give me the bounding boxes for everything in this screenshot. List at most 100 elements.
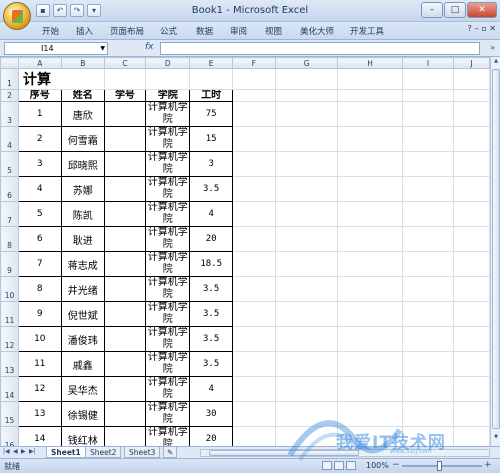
cell-id[interactable]: [103, 176, 146, 202]
column-header[interactable]: C: [103, 57, 146, 69]
cell-college[interactable]: 计算机学院: [144, 376, 191, 402]
scroll-down-icon[interactable]: ▼: [492, 434, 500, 444]
cell[interactable]: [274, 326, 339, 352]
chevron-down-icon[interactable]: ▼: [100, 43, 105, 54]
column-header[interactable]: H: [337, 57, 403, 69]
sheet-tab-2[interactable]: Sheet2: [85, 447, 122, 458]
cell-id[interactable]: [103, 101, 146, 127]
cell-name[interactable]: 邱晓熙: [60, 151, 105, 177]
cell[interactable]: [231, 126, 276, 152]
cell-no[interactable]: 4: [18, 176, 62, 202]
workbook-window-controls[interactable]: – ▫ ✕: [475, 24, 496, 33]
cell-id[interactable]: [103, 201, 146, 227]
cell-hours[interactable]: 20: [189, 226, 233, 252]
cell[interactable]: [231, 201, 276, 227]
cell[interactable]: [453, 201, 490, 227]
header-cell-college[interactable]: 学院: [144, 89, 191, 102]
cell-hours[interactable]: 15: [189, 126, 233, 152]
column-header[interactable]: G: [274, 57, 339, 69]
cell[interactable]: [401, 226, 455, 252]
cell[interactable]: [453, 301, 490, 327]
cell-name[interactable]: 井光绪: [60, 276, 105, 302]
first-sheet-icon[interactable]: |◀: [3, 448, 10, 455]
cell-id[interactable]: [103, 351, 146, 377]
row-header[interactable]: 6: [0, 176, 19, 202]
cell[interactable]: [453, 401, 490, 427]
cell[interactable]: [453, 101, 490, 127]
cell[interactable]: [231, 251, 276, 277]
tab-data[interactable]: 数据: [196, 25, 213, 37]
cell[interactable]: [401, 176, 455, 202]
cell[interactable]: [401, 89, 455, 102]
column-header[interactable]: B: [60, 57, 105, 69]
cell-hours[interactable]: 3.5: [189, 301, 233, 327]
cell[interactable]: [337, 68, 403, 90]
office-button[interactable]: [3, 2, 31, 30]
cell-no[interactable]: 13: [18, 401, 62, 427]
row-header[interactable]: 13: [0, 351, 19, 377]
row-header[interactable]: 9: [0, 251, 19, 277]
cell[interactable]: [453, 151, 490, 177]
header-cell-hours[interactable]: 工时: [189, 89, 233, 102]
column-header[interactable]: D: [144, 57, 191, 69]
cell-name[interactable]: 唐欣: [60, 101, 105, 127]
zoom-in-icon[interactable]: +: [484, 460, 492, 470]
cell[interactable]: [401, 401, 455, 427]
cell[interactable]: [231, 226, 276, 252]
cell-hours[interactable]: 18.5: [189, 251, 233, 277]
cell[interactable]: [337, 251, 403, 277]
cell[interactable]: [453, 351, 490, 377]
row-header[interactable]: 4: [0, 126, 19, 152]
cell-college[interactable]: 计算机学院: [144, 151, 191, 177]
cell-name[interactable]: 戚鑫: [60, 351, 105, 377]
cell-name[interactable]: 苏娜: [60, 176, 105, 202]
cell[interactable]: [231, 301, 276, 327]
cell[interactable]: [274, 276, 339, 302]
cell[interactable]: [401, 326, 455, 352]
cell-hours[interactable]: 3.5: [189, 276, 233, 302]
cell[interactable]: [103, 68, 146, 90]
cell-hours[interactable]: 3.5: [189, 351, 233, 377]
zoom-slider[interactable]: [402, 465, 482, 467]
row-header[interactable]: 10: [0, 276, 19, 302]
cell[interactable]: [337, 226, 403, 252]
cell-college[interactable]: 计算机学院: [144, 276, 191, 302]
cell[interactable]: [337, 101, 403, 127]
cell[interactable]: [453, 251, 490, 277]
sheet-tab-3[interactable]: Sheet3: [124, 447, 161, 458]
cell[interactable]: [337, 126, 403, 152]
cell[interactable]: [231, 426, 276, 446]
cell[interactable]: [401, 126, 455, 152]
tab-developer[interactable]: 开发工具: [350, 25, 384, 37]
cell-no[interactable]: 7: [18, 251, 62, 277]
cell[interactable]: [401, 68, 455, 90]
cell[interactable]: [401, 151, 455, 177]
tab-review[interactable]: 审阅: [230, 25, 247, 37]
cell[interactable]: [337, 276, 403, 302]
cell[interactable]: [231, 276, 276, 302]
tab-beautify-master[interactable]: 美化大师: [300, 25, 334, 37]
cell-id[interactable]: [103, 251, 146, 277]
cell[interactable]: [337, 351, 403, 377]
cell[interactable]: [337, 176, 403, 202]
cell[interactable]: [337, 201, 403, 227]
cell-name[interactable]: 陈凯: [60, 201, 105, 227]
tab-page-layout[interactable]: 页面布局: [110, 25, 144, 37]
cell-name[interactable]: 蒋志成: [60, 251, 105, 277]
cell[interactable]: [274, 226, 339, 252]
cell-college[interactable]: 计算机学院: [144, 176, 191, 202]
next-sheet-icon[interactable]: ▶: [21, 448, 26, 455]
cell-id[interactable]: [103, 301, 146, 327]
cell-no[interactable]: 11: [18, 351, 62, 377]
cell-name[interactable]: 倪世斌: [60, 301, 105, 327]
row-header[interactable]: 16: [0, 426, 19, 446]
formula-input[interactable]: [160, 42, 480, 55]
cell[interactable]: [231, 176, 276, 202]
cell-college[interactable]: 计算机学院: [144, 351, 191, 377]
cell-hours[interactable]: 4: [189, 201, 233, 227]
row-header[interactable]: 7: [0, 201, 19, 227]
cell[interactable]: [453, 276, 490, 302]
header-cell-no[interactable]: 序号: [18, 89, 62, 102]
cell-name[interactable]: 耿进: [60, 226, 105, 252]
cell[interactable]: [401, 376, 455, 402]
